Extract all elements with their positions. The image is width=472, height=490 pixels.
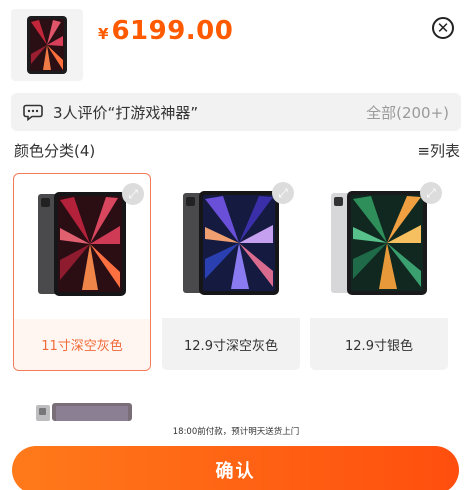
ipad-partial-image xyxy=(36,403,132,421)
ipad-image xyxy=(27,16,67,74)
option-card-12-9-silver[interactable]: ⤢ 12.9寸银色 xyxy=(310,173,448,371)
zoom-icon[interactable]: ⤢ xyxy=(272,182,294,204)
ipad-pro-silver-image xyxy=(331,191,427,295)
product-thumbnail xyxy=(11,9,83,81)
close-icon[interactable]: ✕ xyxy=(432,17,454,39)
option-label: 12.9寸银色 xyxy=(310,318,448,370)
color-section-header: 颜色分类(4) ≡列表 xyxy=(14,140,460,160)
ipad-pro-space-gray-image xyxy=(183,191,279,295)
price-amount: 6199.00 xyxy=(111,16,234,46)
review-summary-bar[interactable]: 3人评价“打游戏神器” 全部(200+) xyxy=(11,93,461,131)
all-reviews-link[interactable]: 全部(200+) xyxy=(366,102,449,123)
review-text: 3人评价“打游戏神器” xyxy=(53,103,199,122)
comment-icon xyxy=(23,104,43,121)
sku-selector-sheet: ¥ 6199.00 ✕ 3人评价“打游戏神器” 全部(200+) 颜色分类(4)… xyxy=(0,0,472,490)
zoom-icon[interactable]: ⤢ xyxy=(122,183,144,205)
option-card-12-9-space-gray[interactable]: ⤢ 12.9寸深空灰色 xyxy=(162,173,300,371)
price: ¥ 6199.00 xyxy=(98,16,233,46)
option-label: 12.9寸深空灰色 xyxy=(162,318,300,370)
delivery-notice: 18:00前付款，预计明天送货上门 xyxy=(172,427,300,437)
zoom-icon[interactable]: ⤢ xyxy=(420,182,442,204)
section-title: 颜色分类(4) xyxy=(14,142,96,160)
confirm-button[interactable]: 确认 xyxy=(12,446,459,490)
ipad-space-gray-image xyxy=(38,192,126,296)
currency-symbol: ¥ xyxy=(98,25,109,43)
option-card-11-space-gray[interactable]: ⤢ 11寸深空灰色 xyxy=(13,173,151,371)
option-label: 11寸深空灰色 xyxy=(14,319,150,370)
list-view-toggle[interactable]: ≡列表 xyxy=(417,140,460,160)
option-card-partial[interactable] xyxy=(36,403,132,421)
